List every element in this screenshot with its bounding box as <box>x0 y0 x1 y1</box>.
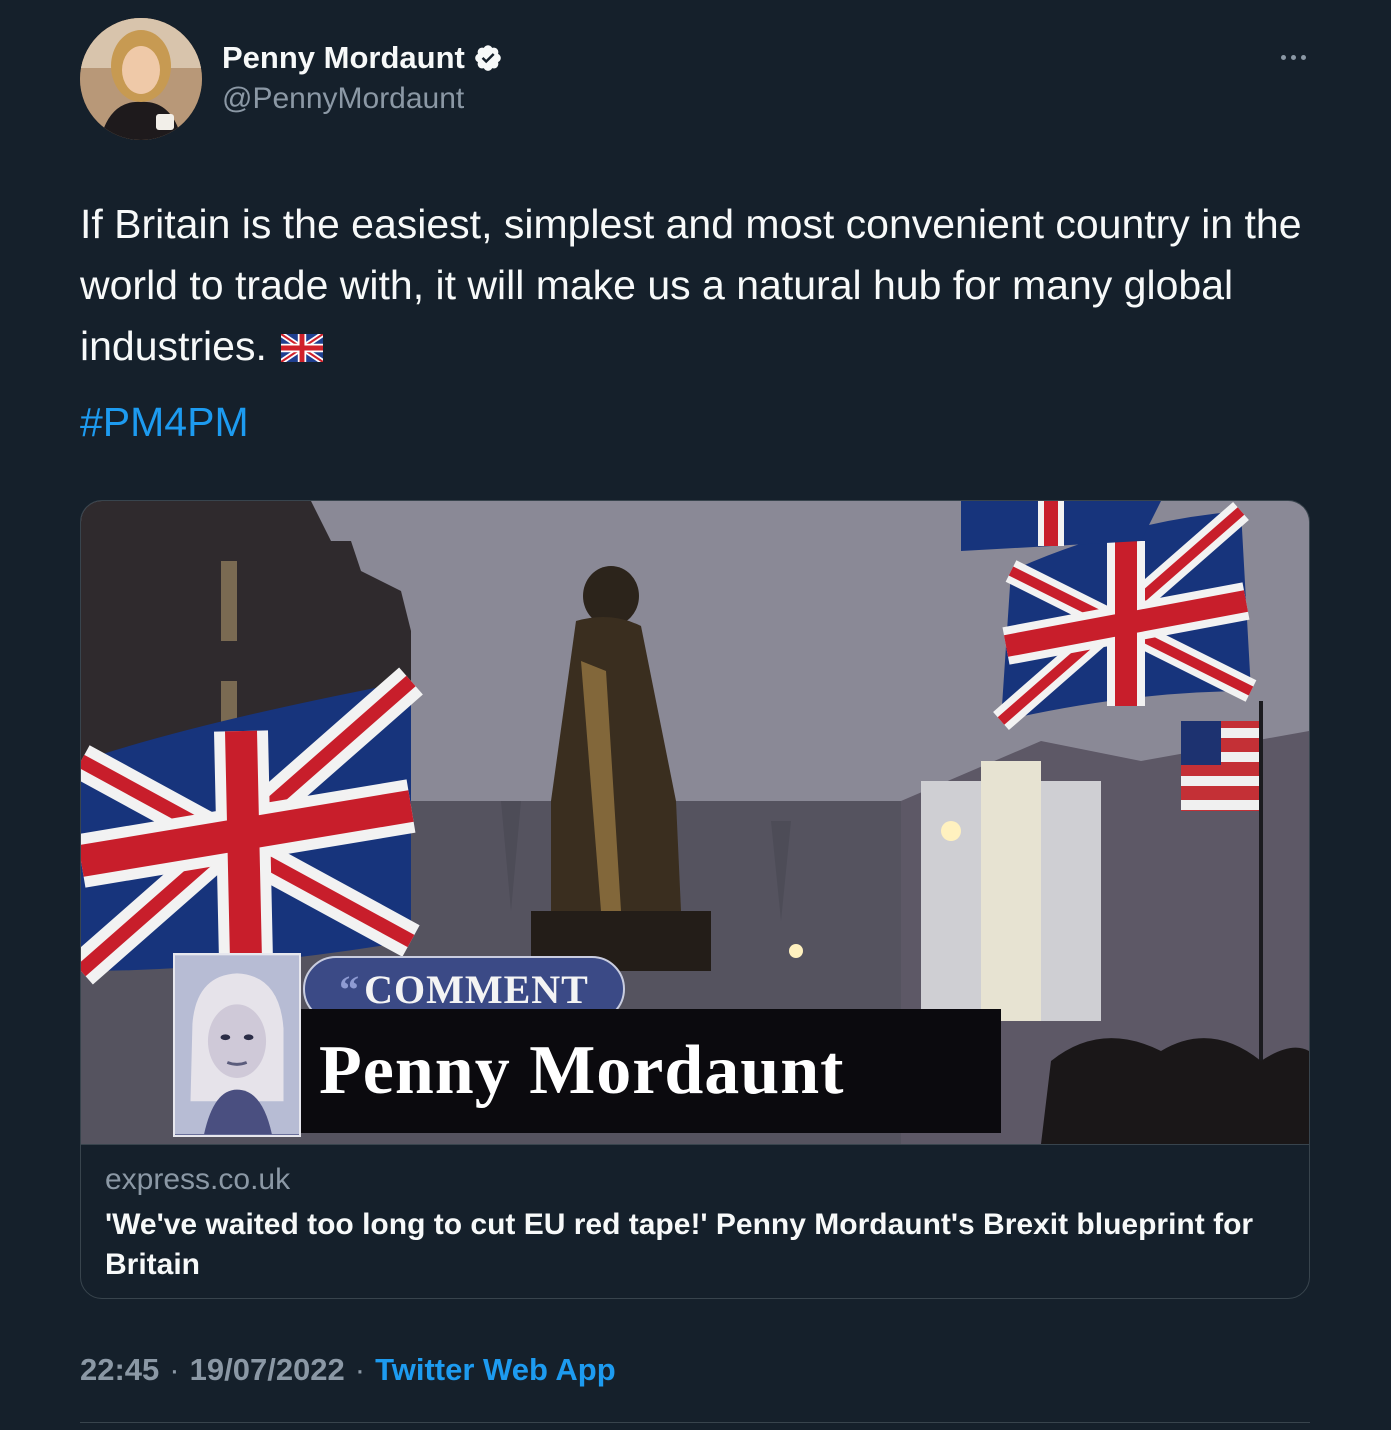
uk-flag-icon <box>280 334 323 362</box>
more-options-button[interactable] <box>1270 42 1316 72</box>
comment-label-text: COMMENT <box>364 966 589 1012</box>
tweet-date[interactable]: 19/07/2022 <box>190 1352 345 1388</box>
tweet-text: If Britain is the easiest, simplest and … <box>80 194 1310 377</box>
avatar[interactable] <box>80 18 202 140</box>
tweet: Penny Mordaunt @PennyMordaunt If Britain… <box>0 0 1391 1430</box>
quote-mark-icon: “ <box>339 966 361 1012</box>
more-horizontal-icon <box>1280 54 1286 60</box>
tweet-source-link[interactable]: Twitter Web App <box>375 1352 616 1388</box>
card-image[interactable]: “ COMMENT Penny Mordaunt <box>81 501 1309 1144</box>
meta-separator: · <box>354 1352 366 1387</box>
card-title: 'We've waited too long to cut EU red tap… <box>105 1208 1254 1281</box>
author-name-row[interactable]: Penny Mordaunt <box>222 40 503 76</box>
tweet-time[interactable]: 22:45 <box>80 1352 159 1388</box>
tweet-body: If Britain is the easiest, simplest and … <box>80 201 1302 369</box>
verified-badge-icon <box>475 45 501 71</box>
link-card[interactable]: “ COMMENT Penny Mordaunt express.co.uk '… <box>80 500 1310 1299</box>
more-dot <box>1290 54 1296 60</box>
card-footer[interactable]: express.co.uk 'We've waited too long to … <box>81 1144 1309 1298</box>
hashtag-link[interactable]: #PM4PM <box>80 392 249 453</box>
divider <box>80 1422 1310 1423</box>
author-photo <box>173 953 301 1137</box>
byline-name: Penny Mordaunt <box>319 1032 845 1109</box>
meta-separator: · <box>169 1352 180 1387</box>
tweet-meta: 22:45 · 19/07/2022 · Twitter Web App <box>80 1352 616 1388</box>
more-dot <box>1300 54 1306 60</box>
card-domain: express.co.uk <box>105 1163 291 1196</box>
display-name[interactable]: Penny Mordaunt <box>222 40 465 76</box>
avatar-image <box>80 18 202 140</box>
author-portrait <box>175 955 299 1135</box>
handle[interactable]: @PennyMordaunt <box>222 82 464 116</box>
